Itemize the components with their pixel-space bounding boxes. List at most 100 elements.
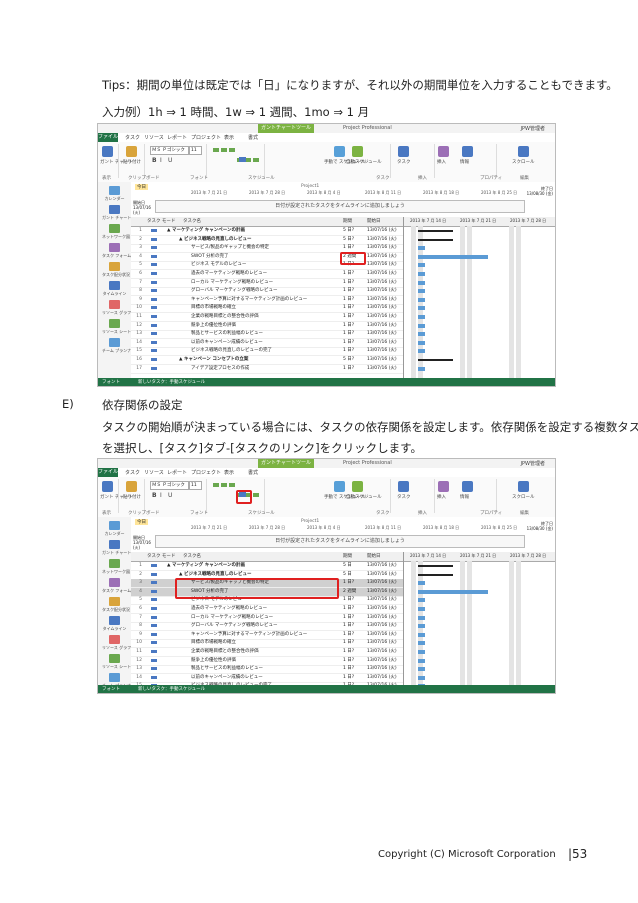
task-duration[interactable]: 1 日? — [343, 579, 354, 587]
task-name[interactable]: サービス/製品のギャップと機会の特定 — [191, 244, 269, 252]
timeline-pane[interactable]: 今日 Project1 2013 年 7 月 21 日 2013 年 7 月 28 日… — [131, 517, 555, 553]
task-name[interactable]: ▲ マーケティング キャンペーンの計画 — [167, 227, 245, 235]
task-name[interactable]: 企業の戦略目標との整合性の評価 — [191, 648, 258, 656]
gantt-task-bar[interactable] — [418, 650, 425, 654]
format-i-icon[interactable]: I — [160, 157, 162, 164]
task-name[interactable]: 競争上の優位性の評価 — [191, 322, 236, 330]
ribbon-button-icon-7[interactable] — [518, 481, 529, 492]
tab-2[interactable]: リソース — [144, 134, 164, 141]
ribbon-button-icon-0[interactable] — [102, 481, 113, 492]
task-start[interactable]: 13/07/16 (火) — [367, 596, 397, 604]
task-name[interactable]: SWOT 分析の完了 — [191, 253, 229, 261]
gantt-summary-bar[interactable] — [418, 238, 453, 241]
task-start[interactable]: 13/07/16 (火) — [367, 631, 397, 639]
font-name-select[interactable]: ＭＳ Ｐゴシック — [150, 481, 189, 490]
view-item-3[interactable]: タスク フォーム — [102, 243, 131, 259]
task-name[interactable]: ローカル マーケティング戦略のレビュー — [191, 279, 273, 287]
task-start[interactable]: 13/07/16 (火) — [367, 296, 397, 304]
task-duration[interactable]: 1 日? — [343, 674, 354, 682]
gantt-task-bar[interactable] — [418, 615, 425, 620]
gantt-summary-bar[interactable] — [418, 565, 453, 567]
task-start[interactable]: 13/07/16 (火) — [367, 605, 397, 613]
task-start[interactable]: 13/07/16 (火) — [367, 244, 397, 252]
task-start[interactable]: 13/07/16 (火) — [367, 330, 397, 338]
task-name[interactable]: ▲ マーケティング キャンペーンの計画 — [167, 562, 245, 570]
tab-5[interactable]: 表示 — [224, 134, 234, 141]
ribbon-button-icon-4[interactable] — [398, 481, 409, 492]
gantt-task-bar[interactable] — [418, 306, 425, 311]
task-duration[interactable]: 1 日? — [343, 622, 354, 630]
gantt-task-bar[interactable] — [418, 366, 425, 371]
ribbon-button-icon-3[interactable] — [352, 146, 363, 157]
ribbon-button-icon-2[interactable] — [334, 481, 345, 492]
task-duration[interactable]: 1 日? — [343, 347, 354, 355]
schedule-tool-icon-0[interactable] — [213, 483, 219, 487]
task-name[interactable]: 目標の市場戦略の確立 — [191, 304, 236, 312]
task-name[interactable]: ▲ ビジネス戦略の見直しのレビュー — [179, 236, 252, 244]
view-item-5[interactable]: タイムライン — [102, 281, 127, 297]
ribbon-button-icon-5[interactable] — [438, 481, 449, 492]
col-duration-header[interactable]: 期間 — [343, 218, 352, 224]
task-duration[interactable]: 1 日? — [343, 322, 354, 330]
task-duration[interactable]: 1 日? — [343, 313, 354, 321]
status-new-task-mode[interactable]: 新しいタスク：手動スケジュール — [138, 379, 205, 385]
task-name[interactable]: 過去のマーケティング戦略のレビュー — [191, 270, 267, 278]
format-i-icon[interactable]: I — [160, 492, 162, 499]
task-name[interactable]: ビジネス モデルのレビュー — [191, 261, 246, 269]
gantt-task-bar[interactable] — [418, 667, 425, 672]
gantt-task-bar[interactable] — [418, 263, 425, 268]
gantt-summary-bar[interactable] — [418, 230, 453, 232]
gantt-task-bar[interactable] — [418, 254, 488, 259]
task-duration[interactable]: 1 日? — [343, 596, 354, 604]
task-start[interactable]: 13/07/16 (火) — [367, 279, 397, 287]
task-start[interactable]: 13/07/16 (火) — [367, 356, 397, 364]
gantt-task-bar[interactable] — [418, 280, 425, 285]
gantt-task-bar[interactable] — [418, 272, 425, 276]
schedule-tool-icon-2[interactable] — [229, 148, 235, 152]
task-duration[interactable]: 1 日? — [343, 631, 354, 639]
gantt-task-bar[interactable] — [418, 658, 425, 663]
gantt-task-bar[interactable] — [418, 641, 425, 646]
gantt-task-bar[interactable] — [418, 349, 425, 354]
task-start[interactable]: 13/07/16 (火) — [367, 304, 397, 312]
view-item-3[interactable]: タスク フォーム — [102, 578, 131, 594]
task-duration[interactable]: 1 日? — [343, 339, 354, 347]
font-name-select[interactable]: ＭＳ Ｐゴシック — [150, 146, 189, 155]
task-start[interactable]: 13/07/16 (火) — [367, 253, 397, 261]
gantt-task-bar[interactable] — [418, 581, 425, 586]
ribbon-button-icon-0[interactable] — [102, 146, 113, 157]
task-start[interactable]: 13/07/16 (火) — [367, 674, 397, 682]
gantt-summary-bar[interactable] — [418, 573, 453, 576]
task-start[interactable]: 13/07/16 (火) — [367, 261, 397, 269]
task-start[interactable]: 13/07/16 (火) — [367, 614, 397, 622]
tab-2[interactable]: リソース — [144, 469, 164, 476]
ribbon-button-icon-2[interactable] — [334, 146, 345, 157]
view-item-6[interactable]: リソース グラフ — [102, 635, 131, 651]
link-tasks-icon[interactable] — [239, 157, 246, 162]
task-duration[interactable]: 1 日? — [343, 605, 354, 613]
user-name[interactable]: JPW管理者 — [521, 125, 545, 132]
tab-3[interactable]: レポート — [167, 469, 187, 476]
task-start[interactable]: 13/07/16 (火) — [367, 588, 397, 596]
task-duration[interactable]: 1 日? — [343, 279, 354, 287]
view-item-1[interactable]: ガント チャート — [102, 205, 131, 221]
task-duration[interactable]: 1 日? — [343, 304, 354, 312]
task-name[interactable]: 以前のキャンペーン成績のレビュー — [191, 339, 263, 347]
ribbon-button-icon-1[interactable] — [126, 481, 137, 492]
task-duration[interactable]: 1 日? — [343, 244, 354, 252]
task-name[interactable]: 製品とサービスの利益幅のレビュー — [191, 330, 263, 338]
tab-1[interactable]: タスク — [125, 134, 140, 141]
task-duration[interactable]: 1 日? — [343, 614, 354, 622]
gantt-task-bar[interactable] — [418, 632, 425, 637]
gantt-task-bar[interactable] — [418, 624, 425, 629]
task-name[interactable]: 企業の戦略目標との整合性の評価 — [191, 313, 258, 321]
view-item-4[interactable]: タスク配分状況 — [102, 262, 130, 278]
schedule-tool-icon-2[interactable] — [229, 483, 235, 487]
user-name[interactable]: JPW管理者 — [521, 460, 545, 467]
tab-0[interactable]: ファイル — [98, 133, 118, 142]
task-start[interactable]: 13/07/16 (火) — [367, 365, 397, 373]
view-item-2[interactable]: ネットワーク図 — [102, 559, 130, 575]
gantt-task-bar[interactable] — [418, 315, 425, 319]
gantt-task-bar[interactable] — [418, 340, 425, 345]
view-item-5[interactable]: タイムライン — [102, 616, 127, 632]
